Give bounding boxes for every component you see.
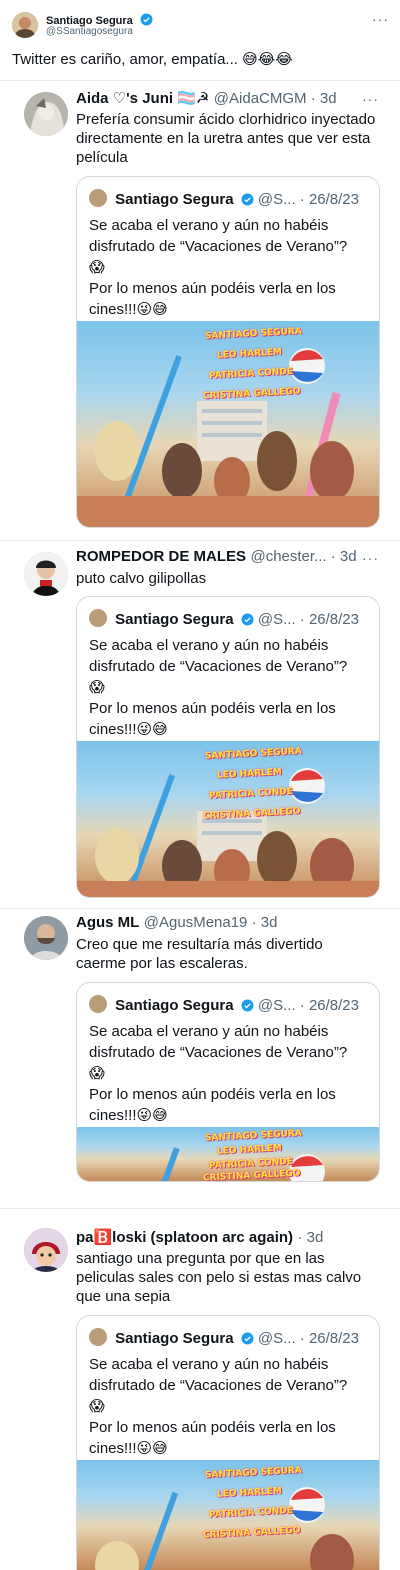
reply-text: Creo que me resultaría más divertido cae… xyxy=(76,936,323,972)
quoted-emoji-scream: 😱 xyxy=(89,1398,105,1415)
reply-author-name[interactable]: pa🅱️loski (splatoon arc again) xyxy=(76,1229,293,1246)
reply-avatar[interactable] xyxy=(24,92,68,136)
reply-text: Prefería consumir ácido clorhidrico inye… xyxy=(76,111,376,166)
quoted-author-handle: @S... xyxy=(257,1330,296,1347)
quoted-tweet-card[interactable]: Santiago Segura @S... · 26/8/23 Se acaba… xyxy=(76,176,380,528)
quoted-text-line2: Por lo menos aún podéis verla en los cin… xyxy=(89,700,336,738)
quoted-text-line1: Se acaba el verano y aún no habéis disfr… xyxy=(89,637,348,675)
quoted-author-avatar xyxy=(89,1328,107,1346)
divider xyxy=(0,540,400,541)
quoted-author-handle: @S... xyxy=(257,997,296,1014)
quoted-author-name: Santiago Segura xyxy=(115,1330,234,1347)
quoted-author-avatar xyxy=(89,189,107,207)
divider xyxy=(0,80,400,81)
quoted-tweet-card[interactable]: Santiago Segura @S... · 26/8/23 Se acaba… xyxy=(76,982,380,1182)
reply-avatar[interactable] xyxy=(24,552,68,596)
quoted-text-line2: Por lo menos aún podéis verla en los cin… xyxy=(89,1086,336,1124)
quoted-emoji-wink: 😜😅 xyxy=(136,301,168,318)
reply-author-handle[interactable]: @AgusMena19 · 3d xyxy=(144,914,278,931)
quoted-text-line1: Se acaba el verano y aún no habéis disfr… xyxy=(89,1356,348,1394)
quoted-text-line1: Se acaba el verano y aún no habéis disfr… xyxy=(89,1023,348,1061)
reply-author-name[interactable]: Agus ML xyxy=(76,914,139,931)
quoted-emoji-scream: 😱 xyxy=(89,1065,105,1082)
reply-avatar[interactable] xyxy=(24,1228,68,1272)
reply-author-handle[interactable]: · 3d xyxy=(298,1229,324,1246)
quoted-author-handle: @S... xyxy=(257,191,296,208)
verified-badge-icon xyxy=(241,613,254,626)
author-handle[interactable]: @SSantiagosegura xyxy=(46,26,133,37)
verified-badge-icon xyxy=(241,999,254,1012)
quoted-date: · 26/8/23 xyxy=(299,191,359,208)
verified-badge-icon xyxy=(241,1332,254,1345)
verified-badge-icon xyxy=(140,13,153,26)
more-options-icon[interactable]: ··· xyxy=(372,12,389,26)
verified-badge-icon xyxy=(241,193,254,206)
quoted-text-line1: Se acaba el verano y aún no habéis disfr… xyxy=(89,217,348,255)
quoted-text-line2: Por lo menos aún podéis verla en los cin… xyxy=(89,280,336,318)
quoted-tweet-card[interactable]: Santiago Segura @S... · 26/8/23 Se acaba… xyxy=(76,596,380,898)
reply-author-name[interactable]: Aida ♡'s Juni 🏳️‍⚧️☭ xyxy=(76,90,209,107)
quoted-tweet-card[interactable]: Santiago Segura @S... · 26/8/23 Se acaba… xyxy=(76,1315,380,1570)
quoted-author-name: Santiago Segura xyxy=(115,611,234,628)
quoted-emoji-wink: 😜😅 xyxy=(136,1107,168,1124)
quoted-author-name: Santiago Segura xyxy=(115,997,234,1014)
divider xyxy=(0,908,400,909)
reply-avatar[interactable] xyxy=(24,916,68,960)
quoted-author-name: Santiago Segura xyxy=(115,191,234,208)
reply-author-handle[interactable]: @chester... · 3d xyxy=(250,548,356,565)
quoted-text-line2: Por lo menos aún podéis verla en los cin… xyxy=(89,1419,336,1457)
quoted-author-handle: @S... xyxy=(257,611,296,628)
movie-poster-image[interactable]: SANTIAGO SEGURA LEO HARLEM PATRICIA COND… xyxy=(77,1127,379,1181)
movie-poster-image[interactable]: SANTIAGO SEGURA LEO HARLEM PATRICIA COND… xyxy=(77,741,379,897)
divider xyxy=(0,1208,400,1209)
quoted-author-avatar xyxy=(89,609,107,627)
reply-author-handle[interactable]: @AidaCMGM · 3d xyxy=(214,90,337,107)
quoted-emoji-scream: 😱 xyxy=(89,259,105,276)
quoted-date: · 26/8/23 xyxy=(299,611,359,628)
more-options-icon[interactable]: ··· xyxy=(362,551,379,565)
reply-text: puto calvo gilipollas xyxy=(76,570,207,587)
movie-poster-image[interactable]: SANTIAGO SEGURA LEO HARLEM PATRICIA COND… xyxy=(77,1460,379,1570)
reply-author-name[interactable]: ROMPEDOR DE MALES xyxy=(76,548,246,565)
reply-text: santiago una pregunta por que en las pel… xyxy=(76,1250,362,1305)
more-options-icon[interactable]: ··· xyxy=(362,92,379,106)
main-tweet-text: Twitter es cariño, amor, empatía... 😅😂😂 xyxy=(12,51,293,68)
quoted-date: · 26/8/23 xyxy=(299,1330,359,1347)
quoted-emoji-wink: 😜😅 xyxy=(136,1440,168,1457)
quoted-emoji-wink: 😜😅 xyxy=(136,721,168,738)
movie-poster-image[interactable]: SANTIAGO SEGURA LEO HARLEM PATRICIA COND… xyxy=(77,321,379,527)
author-avatar[interactable] xyxy=(12,12,38,38)
quoted-author-avatar xyxy=(89,995,107,1013)
quoted-date: · 26/8/23 xyxy=(299,997,359,1014)
quoted-emoji-scream: 😱 xyxy=(89,679,105,696)
